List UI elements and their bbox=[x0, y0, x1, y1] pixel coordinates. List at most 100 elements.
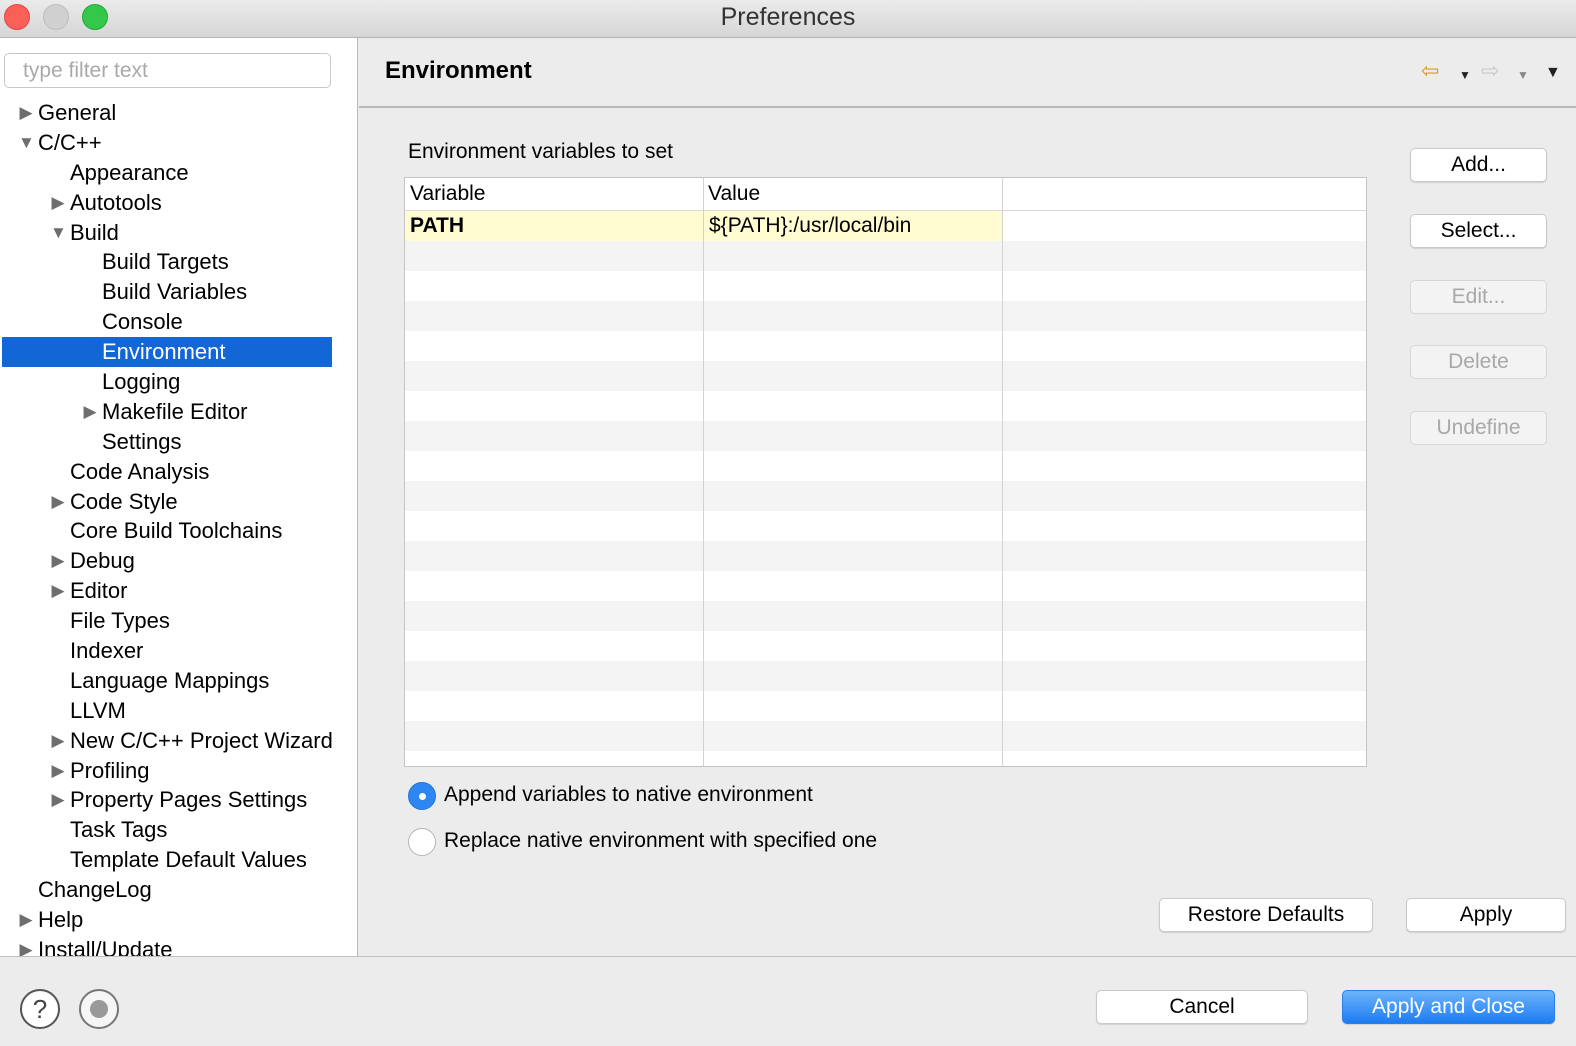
tree-item[interactable]: ▶ New C/C++ Project Wizard bbox=[0, 726, 334, 756]
tree-item-label: Template Default Values bbox=[70, 847, 307, 873]
collapsed-arrow-icon[interactable]: ▶ bbox=[82, 397, 98, 427]
tree-item[interactable]: ▶ General bbox=[0, 98, 334, 128]
table-row[interactable] bbox=[405, 451, 1366, 481]
expanded-arrow-icon[interactable]: ▼ bbox=[18, 128, 35, 158]
tree-item[interactable]: Settings bbox=[0, 427, 334, 457]
tree-item-label: Autotools bbox=[70, 189, 162, 215]
tree-item-label: Code Analysis bbox=[70, 458, 210, 484]
forward-history-dropdown-icon[interactable]: ▼ bbox=[1517, 68, 1529, 82]
collapsed-arrow-icon[interactable]: ▶ bbox=[18, 935, 34, 956]
tree-item-label: New C/C++ Project Wizard bbox=[70, 727, 333, 753]
expanded-arrow-icon[interactable]: ▼ bbox=[50, 218, 67, 248]
filter-input[interactable] bbox=[4, 53, 331, 88]
tree-item-label: ChangeLog bbox=[38, 877, 152, 903]
tree-item[interactable]: Indexer bbox=[0, 636, 334, 666]
table-row[interactable] bbox=[405, 601, 1366, 631]
tree-item-label: Appearance bbox=[70, 159, 189, 185]
tree-item-label: Install/Update bbox=[38, 936, 173, 956]
tree-item[interactable]: Core Build Toolchains bbox=[0, 516, 334, 546]
tree-item[interactable]: Language Mappings bbox=[0, 666, 334, 696]
restore-defaults-button[interactable]: Restore Defaults bbox=[1159, 898, 1373, 932]
tree-item[interactable]: ▶ Autotools bbox=[0, 188, 334, 218]
delete-button[interactable]: Delete bbox=[1410, 345, 1547, 379]
collapsed-arrow-icon[interactable]: ▶ bbox=[50, 188, 66, 218]
collapsed-arrow-icon[interactable]: ▶ bbox=[50, 785, 66, 815]
tree-item[interactable]: ▶ Debug bbox=[0, 546, 334, 576]
tree-item[interactable]: ▶ Property Pages Settings bbox=[0, 785, 334, 815]
arrow-left-icon[interactable]: ⇦ bbox=[1421, 58, 1439, 84]
collapsed-arrow-icon[interactable]: ▶ bbox=[50, 726, 66, 756]
tree-item-label: Profiling bbox=[70, 757, 150, 783]
collapsed-arrow-icon[interactable]: ▶ bbox=[50, 756, 66, 786]
tree-item[interactable]: Console bbox=[0, 307, 334, 337]
edit-button[interactable]: Edit... bbox=[1410, 280, 1547, 314]
table-row[interactable] bbox=[405, 661, 1366, 691]
tree-item[interactable]: ▶ Profiling bbox=[0, 756, 334, 786]
table-row[interactable] bbox=[405, 421, 1366, 451]
arrow-right-icon[interactable]: ⇨ bbox=[1481, 58, 1499, 84]
tree-item[interactable]: Build Variables bbox=[0, 277, 334, 307]
tree-item[interactable]: ▶ Code Style bbox=[0, 487, 334, 517]
collapsed-arrow-icon[interactable]: ▶ bbox=[18, 98, 34, 128]
help-icon[interactable]: ? bbox=[20, 989, 60, 1029]
tree-item[interactable]: ▶ Makefile Editor bbox=[0, 397, 334, 427]
collapsed-arrow-icon[interactable]: ▶ bbox=[50, 576, 66, 606]
table-row[interactable] bbox=[405, 571, 1366, 601]
table-row[interactable] bbox=[405, 511, 1366, 541]
table-row[interactable] bbox=[405, 631, 1366, 661]
tree-item[interactable]: Code Analysis bbox=[0, 457, 334, 487]
tree-item[interactable]: ▶ Editor bbox=[0, 576, 334, 606]
collapsed-arrow-icon[interactable]: ▶ bbox=[50, 487, 66, 517]
tree-item[interactable]: ChangeLog bbox=[0, 875, 334, 905]
tree-item[interactable]: ▼ C/C++ bbox=[0, 128, 334, 158]
replace-radio[interactable] bbox=[408, 828, 436, 856]
tree-item[interactable]: ▶ Install/Update bbox=[0, 935, 334, 956]
back-history-dropdown-icon[interactable]: ▼ bbox=[1459, 68, 1471, 82]
column-header-value[interactable]: Value bbox=[703, 178, 1002, 211]
replace-radio-label[interactable]: Replace native environment with specifie… bbox=[444, 829, 877, 853]
tree-item[interactable]: Environment bbox=[2, 337, 332, 368]
tree-item[interactable]: LLVM bbox=[0, 696, 334, 726]
table-row[interactable]: PATH ${PATH}:/usr/local/bin bbox=[405, 211, 1366, 241]
add-button[interactable]: Add... bbox=[1410, 148, 1547, 182]
collapsed-arrow-icon[interactable]: ▶ bbox=[18, 905, 34, 935]
table-body: PATH ${PATH}:/usr/local/bin bbox=[405, 211, 1366, 751]
append-radio[interactable] bbox=[408, 782, 436, 810]
tree-item[interactable]: Appearance bbox=[0, 158, 334, 188]
record-icon[interactable] bbox=[79, 989, 119, 1029]
tree-item[interactable]: ▶ Help bbox=[0, 905, 334, 935]
table-row[interactable] bbox=[405, 481, 1366, 511]
tree-item[interactable]: File Types bbox=[0, 606, 334, 636]
undefine-button[interactable]: Undefine bbox=[1410, 411, 1547, 445]
tree-item-label: Build Targets bbox=[102, 249, 229, 275]
tree-item[interactable]: Task Tags bbox=[0, 815, 334, 845]
apply-button[interactable]: Apply bbox=[1406, 898, 1566, 932]
variable-cell[interactable]: PATH bbox=[405, 211, 703, 241]
table-row[interactable] bbox=[405, 391, 1366, 421]
triangle-down-icon[interactable]: ▼ bbox=[1545, 64, 1561, 82]
cancel-button[interactable]: Cancel bbox=[1096, 990, 1308, 1024]
table-row[interactable] bbox=[405, 691, 1366, 721]
table-row[interactable] bbox=[405, 241, 1366, 271]
env-variables-table[interactable]: Variable Value PATH ${PATH}:/usr/local/bi… bbox=[404, 177, 1367, 767]
tree-item-label: Language Mappings bbox=[70, 667, 270, 693]
table-row[interactable] bbox=[405, 721, 1366, 751]
apply-and-close-button[interactable]: Apply and Close bbox=[1342, 990, 1555, 1024]
append-radio-label[interactable]: Append variables to native environment bbox=[444, 783, 813, 807]
select-button[interactable]: Select... bbox=[1410, 214, 1547, 248]
tree-item[interactable]: Template Default Values bbox=[0, 845, 334, 875]
value-cell[interactable]: ${PATH}:/usr/local/bin bbox=[704, 211, 1002, 241]
tree-item-label: Editor bbox=[70, 578, 128, 604]
table-row[interactable] bbox=[405, 331, 1366, 361]
table-row[interactable] bbox=[405, 361, 1366, 391]
table-row[interactable] bbox=[405, 271, 1366, 301]
tree-item[interactable]: Logging bbox=[0, 367, 334, 397]
tree-item-label: General bbox=[38, 100, 117, 125]
tree-item[interactable]: Build Targets bbox=[0, 247, 334, 277]
table-header: Variable Value bbox=[405, 178, 1366, 211]
table-row[interactable] bbox=[405, 301, 1366, 331]
column-header-variable[interactable]: Variable bbox=[405, 178, 703, 211]
tree-item[interactable]: ▼ Build bbox=[0, 218, 334, 248]
collapsed-arrow-icon[interactable]: ▶ bbox=[50, 546, 66, 576]
table-row[interactable] bbox=[405, 541, 1366, 571]
